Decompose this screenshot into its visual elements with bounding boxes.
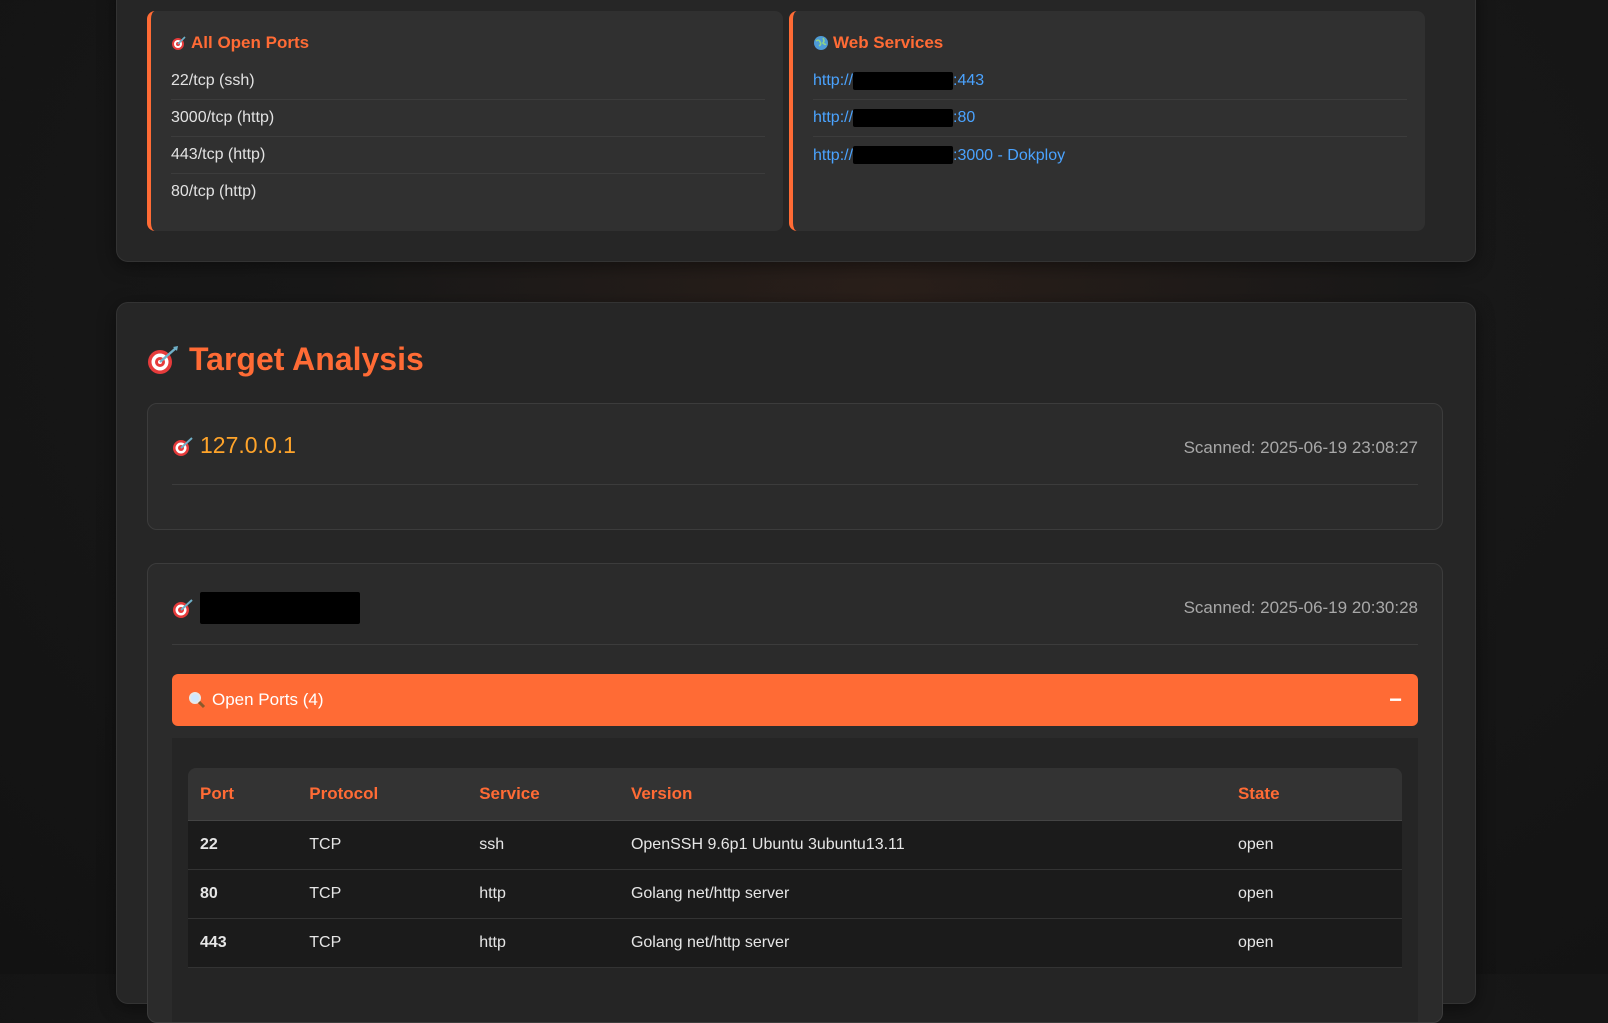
table-header-row: Port Protocol Service Version State [188,768,1402,821]
target-card: Scanned: 2025-06-19 20:30:28 Open Ports … [147,563,1443,1023]
ports-table-container: Port Protocol Service Version State 22 T… [172,738,1418,1022]
cell-state: open [1225,820,1402,870]
cell-protocol: TCP [297,869,468,919]
web-service-link-443[interactable]: http:// :443 [813,72,985,90]
target-header: Scanned: 2025-06-19 20:30:28 [172,564,1418,645]
cell-port: 22 [188,820,298,870]
cell-service: ssh [467,820,619,870]
target-card: 127.0.0.1 Scanned: 2025-06-19 23:08:27 [147,403,1443,530]
column-header-state: State [1225,768,1402,821]
globe-icon [813,35,829,51]
web-service-link-3000[interactable]: http:// :3000 - Dokploy [813,146,1066,165]
target-icon [172,597,194,619]
table-row: 443 TCP http Golang net/http server open [188,918,1402,968]
web-service-item: http:// :3000 - Dokploy [813,137,1407,173]
link-suffix: :80 [953,109,976,127]
column-header-version: Version [618,768,1226,821]
open-ports-toggle-bar[interactable]: Open Ports (4) − [172,674,1418,726]
redacted-ip [200,592,360,624]
column-header-protocol: Protocol [297,768,468,821]
target-icon [172,435,194,457]
port-list-item: 443/tcp (http) [171,137,765,174]
section-title: Target Analysis [147,341,424,378]
web-services-card: Web Services http:// :443 http:// :80 http… [789,11,1425,231]
scan-timestamp: Scanned: 2025-06-19 20:30:28 [1183,598,1418,617]
link-suffix: :3000 - Dokploy [953,146,1066,164]
cell-version: Golang net/http server [618,869,1226,919]
web-service-item: http:// :443 [813,63,1407,101]
column-header-port: Port [188,768,298,821]
cell-protocol: TCP [297,918,468,968]
port-list-item: 80/tcp (http) [171,183,257,200]
link-suffix: :443 [953,72,985,90]
section-title-text: Target Analysis [189,341,424,377]
link-prefix: http:// [813,72,854,90]
cell-port: 80 [188,869,298,919]
ports-table: Port Protocol Service Version State 22 T… [188,768,1402,968]
port-list-item: 22/tcp (ssh) [171,63,765,100]
target-ip-label [172,592,360,624]
all-open-ports-title: All Open Ports [191,33,310,52]
cell-version: Golang net/http server [618,918,1226,968]
target-icon [171,35,187,51]
cell-port: 443 [188,918,298,968]
web-services-title: Web Services [833,33,944,52]
target-icon [147,345,179,375]
link-prefix: http:// [813,109,854,127]
redacted-host [853,109,954,128]
open-ports-title: Open Ports (4) [212,690,324,709]
cell-protocol: TCP [297,820,468,870]
target-header: 127.0.0.1 Scanned: 2025-06-19 23:08:27 [172,404,1418,485]
web-services-heading: Web Services [813,33,1407,53]
collapse-toggle-icon[interactable]: − [1389,687,1402,713]
link-prefix: http:// [813,146,854,164]
scan-timestamp: Scanned: 2025-06-19 23:08:27 [1183,438,1418,457]
target-ip-label: 127.0.0.1 [172,432,296,459]
redacted-host [853,146,954,165]
all-open-ports-card: All Open Ports 22/tcp (ssh) 3000/tcp (ht… [147,11,783,231]
table-row: 22 TCP ssh OpenSSH 9.6p1 Ubuntu 3ubuntu1… [188,820,1402,870]
web-service-item: http:// :80 [813,100,1407,138]
column-header-service: Service [467,768,619,821]
cell-service: http [467,918,619,968]
redacted-host [853,72,954,90]
summary-panel: All Open Ports 22/tcp (ssh) 3000/tcp (ht… [116,0,1476,262]
web-service-link-80[interactable]: http:// :80 [813,109,976,128]
cell-service: http [467,869,619,919]
cell-state: open [1225,869,1402,919]
magnifier-icon [188,691,206,709]
target-ip: 127.0.0.1 [200,432,296,458]
table-row: 80 TCP http Golang net/http server open [188,869,1402,919]
port-list-item: 3000/tcp (http) [171,100,765,137]
cell-version: OpenSSH 9.6p1 Ubuntu 3ubuntu13.11 [618,820,1226,870]
open-ports-label: Open Ports (4) [188,690,324,710]
target-analysis-panel: Target Analysis 127.0.0.1 Scanned: 2025-… [116,302,1476,1023]
cell-state: open [1225,918,1402,968]
all-open-ports-heading: All Open Ports [171,33,765,53]
